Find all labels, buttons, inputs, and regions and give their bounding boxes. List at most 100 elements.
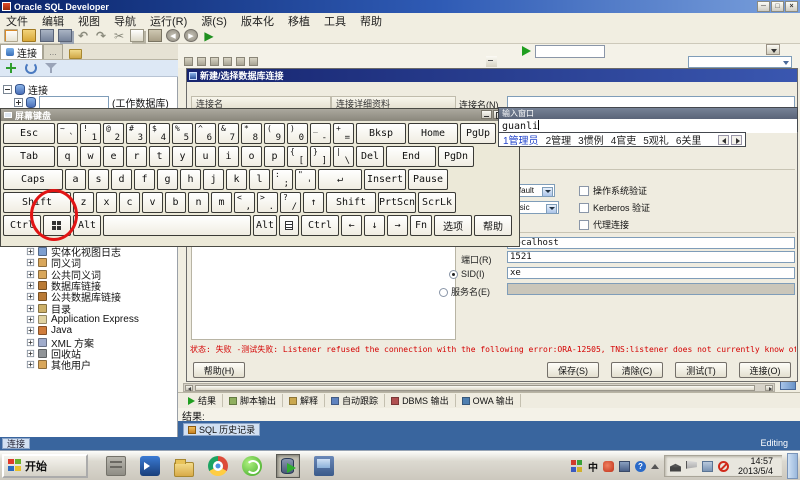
clear-button[interactable]: 清除(C): [611, 362, 663, 378]
browser-360-taskbar-icon[interactable]: [242, 456, 262, 476]
key-e[interactable]: e: [103, 146, 124, 167]
collapse-expander-icon[interactable]: [3, 85, 12, 94]
keyboard-titlebar[interactable]: 屏幕键盘: [1, 109, 519, 121]
connections-bottom-tab[interactable]: 连接: [2, 438, 30, 449]
new-file-icon[interactable]: [4, 29, 18, 42]
dialog-titlebar[interactable]: 新建/选择数据库连接: [187, 69, 797, 82]
worksheet-mini-icon[interactable]: [236, 57, 245, 66]
show-hidden-icons-chevron[interactable]: [651, 464, 659, 469]
menu-item-编辑[interactable]: 编辑: [42, 13, 64, 29]
service-name-radio[interactable]: [439, 288, 448, 297]
expand-icon[interactable]: [27, 248, 34, 255]
menu-item-工具[interactable]: 工具: [324, 13, 346, 29]
key-c[interactable]: c: [119, 192, 140, 213]
scroll-right-icon[interactable]: [765, 385, 773, 391]
remote-desktop-taskbar-icon[interactable]: [314, 456, 334, 476]
worksheet-mini-icon[interactable]: [223, 57, 232, 66]
key-←[interactable]: ←: [341, 215, 362, 236]
collapse-button[interactable]: [486, 56, 497, 67]
forward-icon[interactable]: ▶: [184, 29, 198, 42]
show-desktop-button[interactable]: [787, 453, 798, 479]
menu-item-版本化[interactable]: 版本化: [241, 13, 274, 29]
key-2[interactable]: @2: [103, 123, 124, 144]
output-tab-2[interactable]: 脚本输出: [223, 394, 283, 407]
connect-db-icon[interactable]: ▶: [202, 29, 216, 42]
key-8[interactable]: *8: [241, 123, 262, 144]
powershell-taskbar-icon[interactable]: [140, 456, 160, 476]
filter-icon[interactable]: [45, 62, 57, 74]
key-][interactable]: }]: [310, 146, 331, 167]
redo-icon[interactable]: ↷: [94, 29, 108, 42]
key-=[interactable]: +=: [333, 123, 354, 144]
menu-item-文件[interactable]: 文件: [6, 13, 28, 29]
expand-icon[interactable]: [27, 259, 34, 266]
ime-composition-input[interactable]: guanli: [499, 119, 797, 133]
key-Home[interactable]: Home: [408, 123, 458, 144]
key-Insert[interactable]: Insert: [364, 169, 406, 190]
scroll-left-icon[interactable]: [185, 385, 193, 391]
scrollbar-thumb[interactable]: [195, 385, 755, 391]
key-Pause[interactable]: Pause: [408, 169, 448, 190]
key-s[interactable]: s: [88, 169, 109, 190]
hostname-input[interactable]: localhost: [507, 237, 795, 249]
worksheet-mini-icon[interactable]: [210, 57, 219, 66]
ime-candidate[interactable]: 6关里: [676, 132, 702, 147]
key-Ctrl[interactable]: Ctrl: [301, 215, 339, 236]
key-↓[interactable]: ↓: [364, 215, 385, 236]
output-tab-6[interactable]: OWA 输出: [456, 394, 521, 407]
service-name-input[interactable]: [507, 283, 795, 295]
horizontal-scrollbar[interactable]: [183, 383, 775, 392]
action-center-flag-icon[interactable]: [686, 461, 697, 472]
key-k[interactable]: k: [226, 169, 247, 190]
help-tray-icon[interactable]: ?: [635, 461, 646, 472]
worksheet-mini-icon[interactable]: [249, 57, 258, 66]
back-icon[interactable]: ◀: [166, 29, 180, 42]
proxy-checkbox-row[interactable]: 代理连接: [579, 218, 629, 231]
key-7[interactable]: &7: [218, 123, 239, 144]
ime-candidate[interactable]: 5观礼: [643, 132, 669, 147]
tree-item[interactable]: Application Express: [26, 314, 176, 325]
expand-icon[interactable]: [27, 271, 34, 278]
expand-icon[interactable]: [27, 305, 34, 312]
key-Tab[interactable]: Tab: [3, 146, 55, 167]
key-↑[interactable]: ↑: [303, 192, 324, 213]
sid-radio-row[interactable]: SID(I): [449, 269, 485, 279]
open-folder-icon[interactable]: [22, 29, 36, 42]
expand-icon[interactable]: [27, 293, 34, 300]
menu-item-移植[interactable]: 移植: [288, 13, 310, 29]
close-button[interactable]: ×: [785, 1, 798, 12]
key-Alt[interactable]: Alt: [253, 215, 277, 236]
previous-page-icon[interactable]: [718, 135, 729, 145]
tree-item[interactable]: XML 方案: [26, 336, 176, 347]
key-帮助[interactable]: 帮助: [474, 215, 512, 236]
test-button[interactable]: 测试(T): [675, 362, 727, 378]
help-button[interactable]: 帮助(H): [193, 362, 245, 378]
tab-connections[interactable]: 连接: [0, 44, 43, 59]
tree-item[interactable]: 公共数据库链接: [26, 291, 176, 302]
key-0[interactable]: )0: [287, 123, 308, 144]
expand-icon[interactable]: [27, 338, 34, 345]
tree-item[interactable]: Java: [26, 325, 176, 336]
window-titlebar[interactable]: Oracle SQL Developer ─ □ ×: [0, 0, 800, 13]
next-page-icon[interactable]: [731, 135, 742, 145]
expand-icon[interactable]: [27, 361, 34, 368]
os-auth-checkbox-row[interactable]: 操作系统验证: [579, 184, 647, 197]
server-manager-taskbar-icon[interactable]: [106, 456, 126, 476]
expand-icon[interactable]: [27, 316, 34, 323]
key-Caps[interactable]: Caps: [3, 169, 63, 190]
key-q[interactable]: q: [57, 146, 78, 167]
ime-candidate[interactable]: 4官吏: [611, 132, 637, 147]
key-Del[interactable]: Del: [356, 146, 384, 167]
key--[interactable]: _-: [310, 123, 331, 144]
menu-item-源(S)[interactable]: 源(S): [201, 13, 227, 29]
key-End[interactable]: End: [386, 146, 436, 167]
key-ScrLk[interactable]: ScrLk: [418, 192, 456, 213]
sql-developer-taskbar-icon[interactable]: [276, 454, 300, 478]
space-key[interactable]: [103, 215, 251, 236]
key-h[interactable]: h: [180, 169, 201, 190]
key-j[interactable]: j: [203, 169, 224, 190]
save-button[interactable]: 保存(S): [547, 362, 599, 378]
key-m[interactable]: m: [211, 192, 232, 213]
key-Esc[interactable]: Esc: [3, 123, 55, 144]
proxy-checkbox[interactable]: [579, 220, 589, 230]
